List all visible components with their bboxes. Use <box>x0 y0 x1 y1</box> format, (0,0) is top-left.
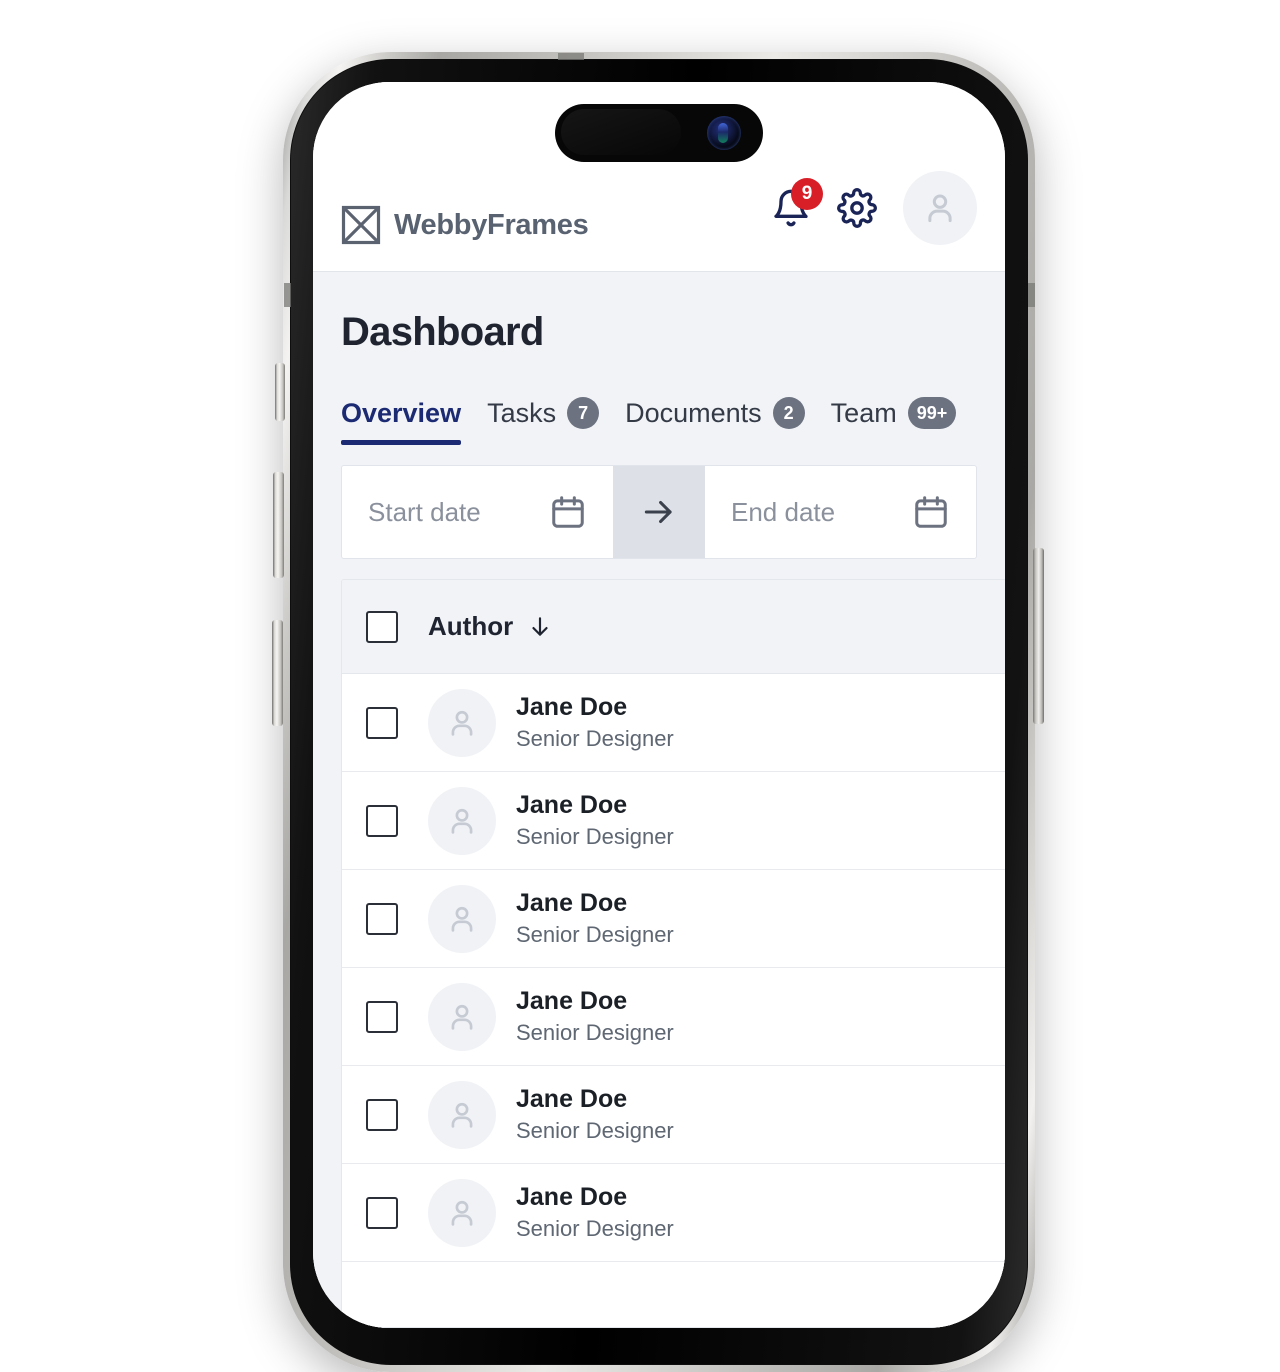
tab-badge: 7 <box>567 397 600 429</box>
antenna-band <box>558 53 584 60</box>
column-header-label: Author <box>428 611 514 641</box>
app-body: Dashboard Overview Tasks 7 Documents 2 T… <box>313 272 1005 1328</box>
table-header-row: Author <box>342 580 1005 674</box>
row-author-name: Jane Doe <box>516 1085 628 1114</box>
row-author-role: Senior Designer <box>516 1020 674 1046</box>
arrow-right-icon <box>640 493 678 531</box>
row-text: Jane Doe Senior Designer <box>516 1084 674 1145</box>
antenna-band <box>1028 283 1035 307</box>
user-avatar-icon <box>921 189 959 227</box>
row-select-cell[interactable] <box>366 1098 428 1131</box>
tab-badge: 99+ <box>907 397 957 429</box>
row-text: Jane Doe Senior Designer <box>516 1182 674 1243</box>
power-button[interactable] <box>1033 548 1044 724</box>
tab-label: Overview <box>341 398 462 428</box>
table-row[interactable]: Jane Doe Senior Designer <box>342 1066 1005 1164</box>
antenna-band <box>284 283 291 307</box>
row-select-cell[interactable] <box>366 902 428 935</box>
tab-bar: Overview Tasks 7 Documents 2 Team 99+ <box>313 355 1005 445</box>
table-row[interactable]: Jane Doe Senior Designer <box>342 968 1005 1066</box>
row-author-role: Senior Designer <box>516 922 674 948</box>
table-row[interactable]: Jane Doe Senior Designer <box>342 1164 1005 1262</box>
gear-icon <box>837 188 877 228</box>
table-row[interactable]: Jane Doe Senior Designer <box>342 772 1005 870</box>
end-date-field[interactable]: End date <box>705 466 976 558</box>
row-author-name: Jane Doe <box>516 987 628 1016</box>
brand-name: WebbyFrames <box>394 208 589 241</box>
table-row[interactable]: Jane Doe Senior Designer <box>342 870 1005 968</box>
end-date-placeholder: End date <box>731 496 836 527</box>
row-text: Jane Doe Senior Designer <box>516 888 674 949</box>
arrow-down-icon[interactable] <box>527 614 553 640</box>
tab-team[interactable]: Team 99+ <box>831 397 957 445</box>
row-author-name: Jane Doe <box>516 1183 628 1212</box>
settings-button[interactable] <box>837 188 877 228</box>
row-author-role: Senior Designer <box>516 1216 674 1242</box>
row-checkbox[interactable] <box>366 1098 398 1131</box>
row-author-name: Jane Doe <box>516 693 628 722</box>
select-all-cell[interactable] <box>366 610 428 643</box>
row-text: Jane Doe Senior Designer <box>516 986 674 1047</box>
header-actions: 9 <box>771 171 977 245</box>
calendar-icon[interactable] <box>549 493 587 531</box>
start-date-placeholder: Start date <box>368 496 481 527</box>
page-title: Dashboard <box>341 310 544 354</box>
date-range-picker: Start date End date <box>341 465 977 559</box>
row-select-cell[interactable] <box>366 1196 428 1229</box>
row-checkbox[interactable] <box>366 706 398 739</box>
avatar <box>428 1178 496 1247</box>
tab-overview[interactable]: Overview <box>341 398 462 445</box>
volume-down-button[interactable] <box>272 620 283 726</box>
image-placeholder-x-icon <box>341 205 381 245</box>
silence-switch[interactable] <box>275 363 285 421</box>
row-checkbox[interactable] <box>366 902 398 935</box>
column-header-author[interactable]: Author <box>428 611 553 642</box>
island-gloss <box>561 109 681 155</box>
row-checkbox[interactable] <box>366 804 398 837</box>
notifications-button[interactable]: 9 <box>771 178 823 228</box>
tab-tasks[interactable]: Tasks 7 <box>487 397 600 445</box>
date-range-separator <box>613 466 705 558</box>
avatar <box>428 786 496 855</box>
avatar <box>428 688 496 757</box>
avatar <box>428 982 496 1051</box>
account-avatar-button[interactable] <box>903 171 977 245</box>
row-author-name: Jane Doe <box>516 889 628 918</box>
avatar <box>428 1080 496 1149</box>
row-text: Jane Doe Senior Designer <box>516 790 674 851</box>
row-checkbox[interactable] <box>366 1196 398 1229</box>
row-select-cell[interactable] <box>366 1000 428 1033</box>
row-author-role: Senior Designer <box>516 1118 674 1144</box>
tab-label: Tasks <box>487 397 557 428</box>
row-author-role: Senior Designer <box>516 824 674 850</box>
app-root: WebbyFrames 9 Dashboard Overview Tasks 7… <box>313 82 1005 1328</box>
table-row[interactable]: Jane Doe Senior Designer <box>342 674 1005 772</box>
notification-badge: 9 <box>791 178 823 210</box>
phone-frame: WebbyFrames 9 Dashboard Overview Tasks 7… <box>283 52 1035 1372</box>
phone-mockup: WebbyFrames 9 Dashboard Overview Tasks 7… <box>0 0 1280 1372</box>
row-checkbox[interactable] <box>366 1000 398 1033</box>
row-text: Jane Doe Senior Designer <box>516 692 674 753</box>
brand[interactable]: WebbyFrames <box>341 205 589 245</box>
row-author-name: Jane Doe <box>516 791 628 820</box>
tab-label: Team <box>830 397 897 428</box>
row-select-cell[interactable] <box>366 706 428 739</box>
volume-up-button[interactable] <box>273 472 284 578</box>
tab-documents[interactable]: Documents 2 <box>625 397 805 445</box>
row-author-role: Senior Designer <box>516 726 674 752</box>
tab-badge: 2 <box>772 397 805 429</box>
authors-table: Author Jane Doe Senior Designer Jane Doe… <box>341 579 1005 1328</box>
calendar-icon[interactable] <box>912 493 950 531</box>
row-select-cell[interactable] <box>366 804 428 837</box>
select-all-checkbox[interactable] <box>366 610 398 643</box>
front-camera-icon <box>707 116 741 150</box>
tab-label: Documents <box>625 397 762 428</box>
avatar <box>428 884 496 953</box>
phone-screen: WebbyFrames 9 Dashboard Overview Tasks 7… <box>313 82 1005 1328</box>
start-date-field[interactable]: Start date <box>342 466 613 558</box>
dynamic-island <box>555 104 763 162</box>
